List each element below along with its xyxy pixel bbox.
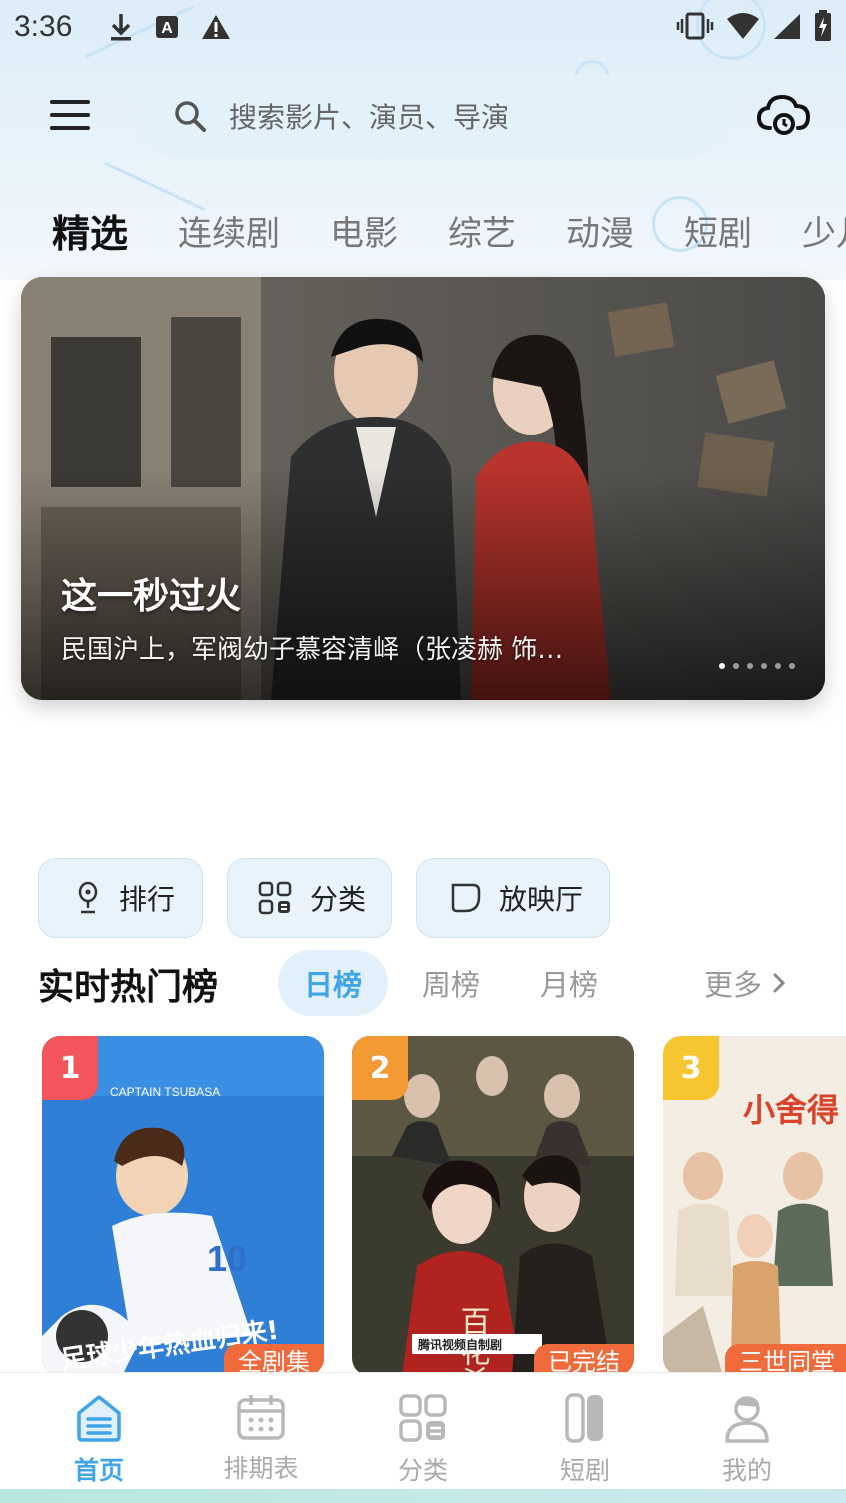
rank-badge: 2 xyxy=(352,1036,408,1100)
nav-profile-label: 我的 xyxy=(721,1456,772,1485)
status-time: 3:36 xyxy=(14,10,73,43)
svg-text:10: 10 xyxy=(207,1238,247,1279)
profile-icon xyxy=(725,1396,769,1443)
tab-kids[interactable]: 少儿 xyxy=(802,206,846,255)
warning-icon xyxy=(202,15,230,39)
pagination-dot xyxy=(733,663,739,669)
ranking-tab-weekly[interactable]: 周榜 xyxy=(396,950,506,1016)
vibrate-icon xyxy=(676,12,714,40)
search-icon xyxy=(175,101,206,132)
nav-short-drama[interactable]: 短剧 xyxy=(504,1373,666,1503)
category-tabs: 精选 连续剧 电影 综艺 动漫 短剧 少儿 xyxy=(52,200,846,260)
gesture-bar xyxy=(0,1489,846,1503)
ranking-entry-button[interactable]: 排行 xyxy=(38,858,203,938)
banner-title: 这一秒过火 xyxy=(61,576,242,617)
ranking-tab-daily[interactable]: 日榜 xyxy=(278,950,388,1016)
wifi-icon xyxy=(727,13,759,39)
ranking-item-2[interactable]: 百花杀 腾讯视频自制剧 2 已完结 xyxy=(352,1036,634,1376)
cloud-button[interactable] xyxy=(756,92,812,138)
status-bar: 3:36 A xyxy=(0,0,846,60)
nav-schedule[interactable]: 排期表 xyxy=(180,1373,342,1503)
nav-short-drama-label: 短剧 xyxy=(559,1456,610,1485)
poster-title-art: 小舍得 xyxy=(743,1091,839,1129)
nav-profile[interactable]: 我的 xyxy=(666,1373,828,1503)
short-drama-icon xyxy=(565,1393,603,1443)
pagination-dot xyxy=(789,663,795,669)
home-icon xyxy=(77,1395,121,1442)
screening-hall-entry-button[interactable]: 放映厅 xyxy=(416,858,610,938)
ranking-entry-label: 排行 xyxy=(119,883,176,916)
ranking-item-3[interactable]: 小舍得 3 三世同堂 xyxy=(663,1036,846,1376)
banner-description: 民国沪上，军阀幼子慕容清峄（张凌赫 饰… xyxy=(61,635,564,665)
ranking-more-label: 更多 xyxy=(704,968,763,1002)
poster-caption: 腾讯视频自制剧 xyxy=(417,1337,502,1352)
search-input[interactable]: 搜索影片、演员、导演 xyxy=(137,74,729,158)
keyboard-a-icon: A xyxy=(156,16,178,38)
pagination-dot xyxy=(761,663,767,669)
nav-schedule-label: 排期表 xyxy=(223,1454,299,1483)
nav-category-label: 分类 xyxy=(397,1456,448,1485)
category-grid-icon xyxy=(258,881,292,915)
pagination-dot xyxy=(775,663,781,669)
category-entry-button[interactable]: 分类 xyxy=(227,858,392,938)
nav-home[interactable]: 首页 xyxy=(18,1373,180,1503)
tab-featured[interactable]: 精选 xyxy=(52,203,128,258)
rank-badge: 1 xyxy=(42,1036,98,1100)
bottom-navigation: 首页 排期表 分类 短剧 我的 xyxy=(0,1372,846,1503)
pagination-dot xyxy=(747,663,753,669)
featured-banner[interactable]: 这一秒过火 民国沪上，军阀幼子慕容清峄（张凌赫 饰… xyxy=(21,277,825,700)
menu-button[interactable] xyxy=(48,98,92,132)
tab-movies[interactable]: 电影 xyxy=(330,206,398,255)
tab-anime[interactable]: 动漫 xyxy=(566,206,634,255)
chevron-right-icon xyxy=(773,973,786,993)
battery-icon xyxy=(815,10,831,41)
menu-icon-bar xyxy=(50,126,90,130)
category-icon xyxy=(399,1394,447,1442)
search-placeholder: 搜索影片、演员、导演 xyxy=(229,101,510,134)
ranking-more-button[interactable]: 更多 xyxy=(704,962,786,1004)
ranking-title: 实时热门榜 xyxy=(38,967,219,1008)
tab-short-drama[interactable]: 短剧 xyxy=(684,206,752,255)
signal-icon xyxy=(774,14,800,39)
banner-pagination xyxy=(719,663,795,669)
poster-caption: CAPTAIN TSUBASA xyxy=(110,1085,220,1099)
rank-badge: 3 xyxy=(663,1036,719,1100)
calendar-icon xyxy=(237,1395,285,1440)
trophy-icon xyxy=(78,881,98,914)
ranking-item-1[interactable]: CAPTAIN TSUBASA 10 足球少年热血归来! 1 全剧集 xyxy=(42,1036,324,1376)
category-entry-label: 分类 xyxy=(310,883,367,916)
menu-icon-bar xyxy=(50,113,90,117)
pagination-dot-active xyxy=(719,663,725,669)
tab-variety[interactable]: 综艺 xyxy=(448,206,516,255)
screening-hall-entry-label: 放映厅 xyxy=(499,883,584,916)
download-icon xyxy=(111,14,131,41)
nav-home-label: 首页 xyxy=(73,1456,124,1485)
ranking-tab-monthly[interactable]: 月榜 xyxy=(514,950,624,1016)
svg-text:A: A xyxy=(161,20,173,37)
nav-category[interactable]: 分类 xyxy=(342,1373,504,1503)
menu-icon-bar xyxy=(50,100,90,104)
tab-series[interactable]: 连续剧 xyxy=(178,206,280,255)
screening-hall-icon xyxy=(451,883,481,913)
cloud-icon xyxy=(756,94,811,135)
